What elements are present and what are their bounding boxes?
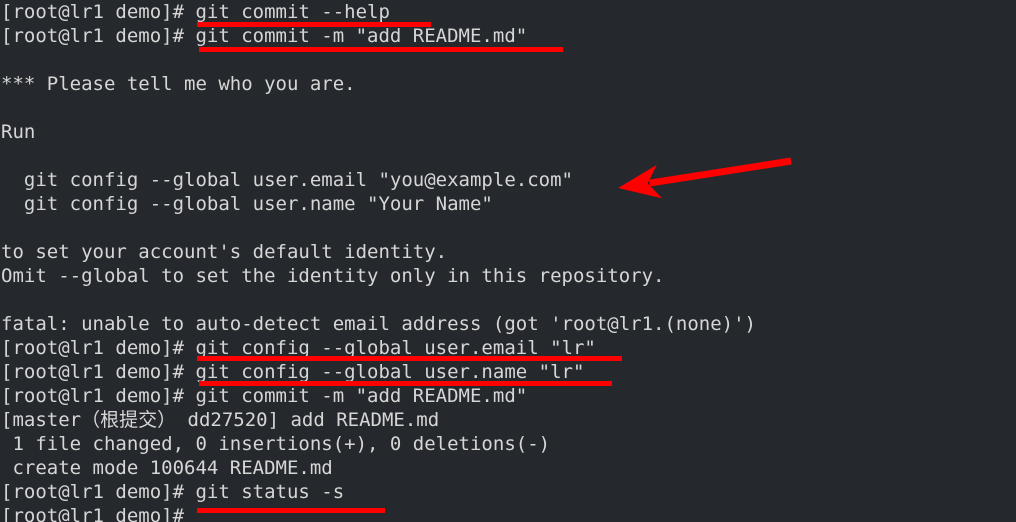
terminal-line: [root@lr1 demo]# git commit -m "add READ… <box>1 25 528 47</box>
terminal-line: Omit --global to set the identity only i… <box>1 265 665 287</box>
terminal-line: git config --global user.email "you@exam… <box>1 169 573 191</box>
terminal-line: [master（根提交） dd27520] add README.md <box>1 409 440 431</box>
terminal-line: to set your account's default identity. <box>1 241 448 263</box>
terminal-line: [root@lr1 demo]# git config --global use… <box>1 361 585 383</box>
terminal-line: 1 file changed, 0 insertions(+), 0 delet… <box>1 433 551 455</box>
terminal-line: [root@lr1 demo]# git commit -m "add READ… <box>1 385 528 407</box>
terminal-output[interactable]: [root@lr1 demo]# git commit --help [root@… <box>0 0 1016 522</box>
terminal-line: [root@lr1 demo]# git commit --help <box>1 1 390 23</box>
terminal-line: [root@lr1 demo]# git config --global use… <box>1 337 596 359</box>
terminal-line: create mode 100644 README.md <box>1 457 333 479</box>
terminal-line: Run <box>1 121 36 143</box>
terminal-line: [root@lr1 demo]# git status -s <box>1 481 345 503</box>
terminal-line: fatal: unable to auto-detect email addre… <box>1 313 756 335</box>
terminal-screen: [root@lr1 demo]# git commit --help [root@… <box>0 0 1016 522</box>
terminal-line: git config --global user.name "Your Name… <box>1 193 493 215</box>
terminal-line: *** Please tell me who you are. <box>1 73 356 95</box>
terminal-line: [root@lr1 demo]# <box>1 505 185 522</box>
